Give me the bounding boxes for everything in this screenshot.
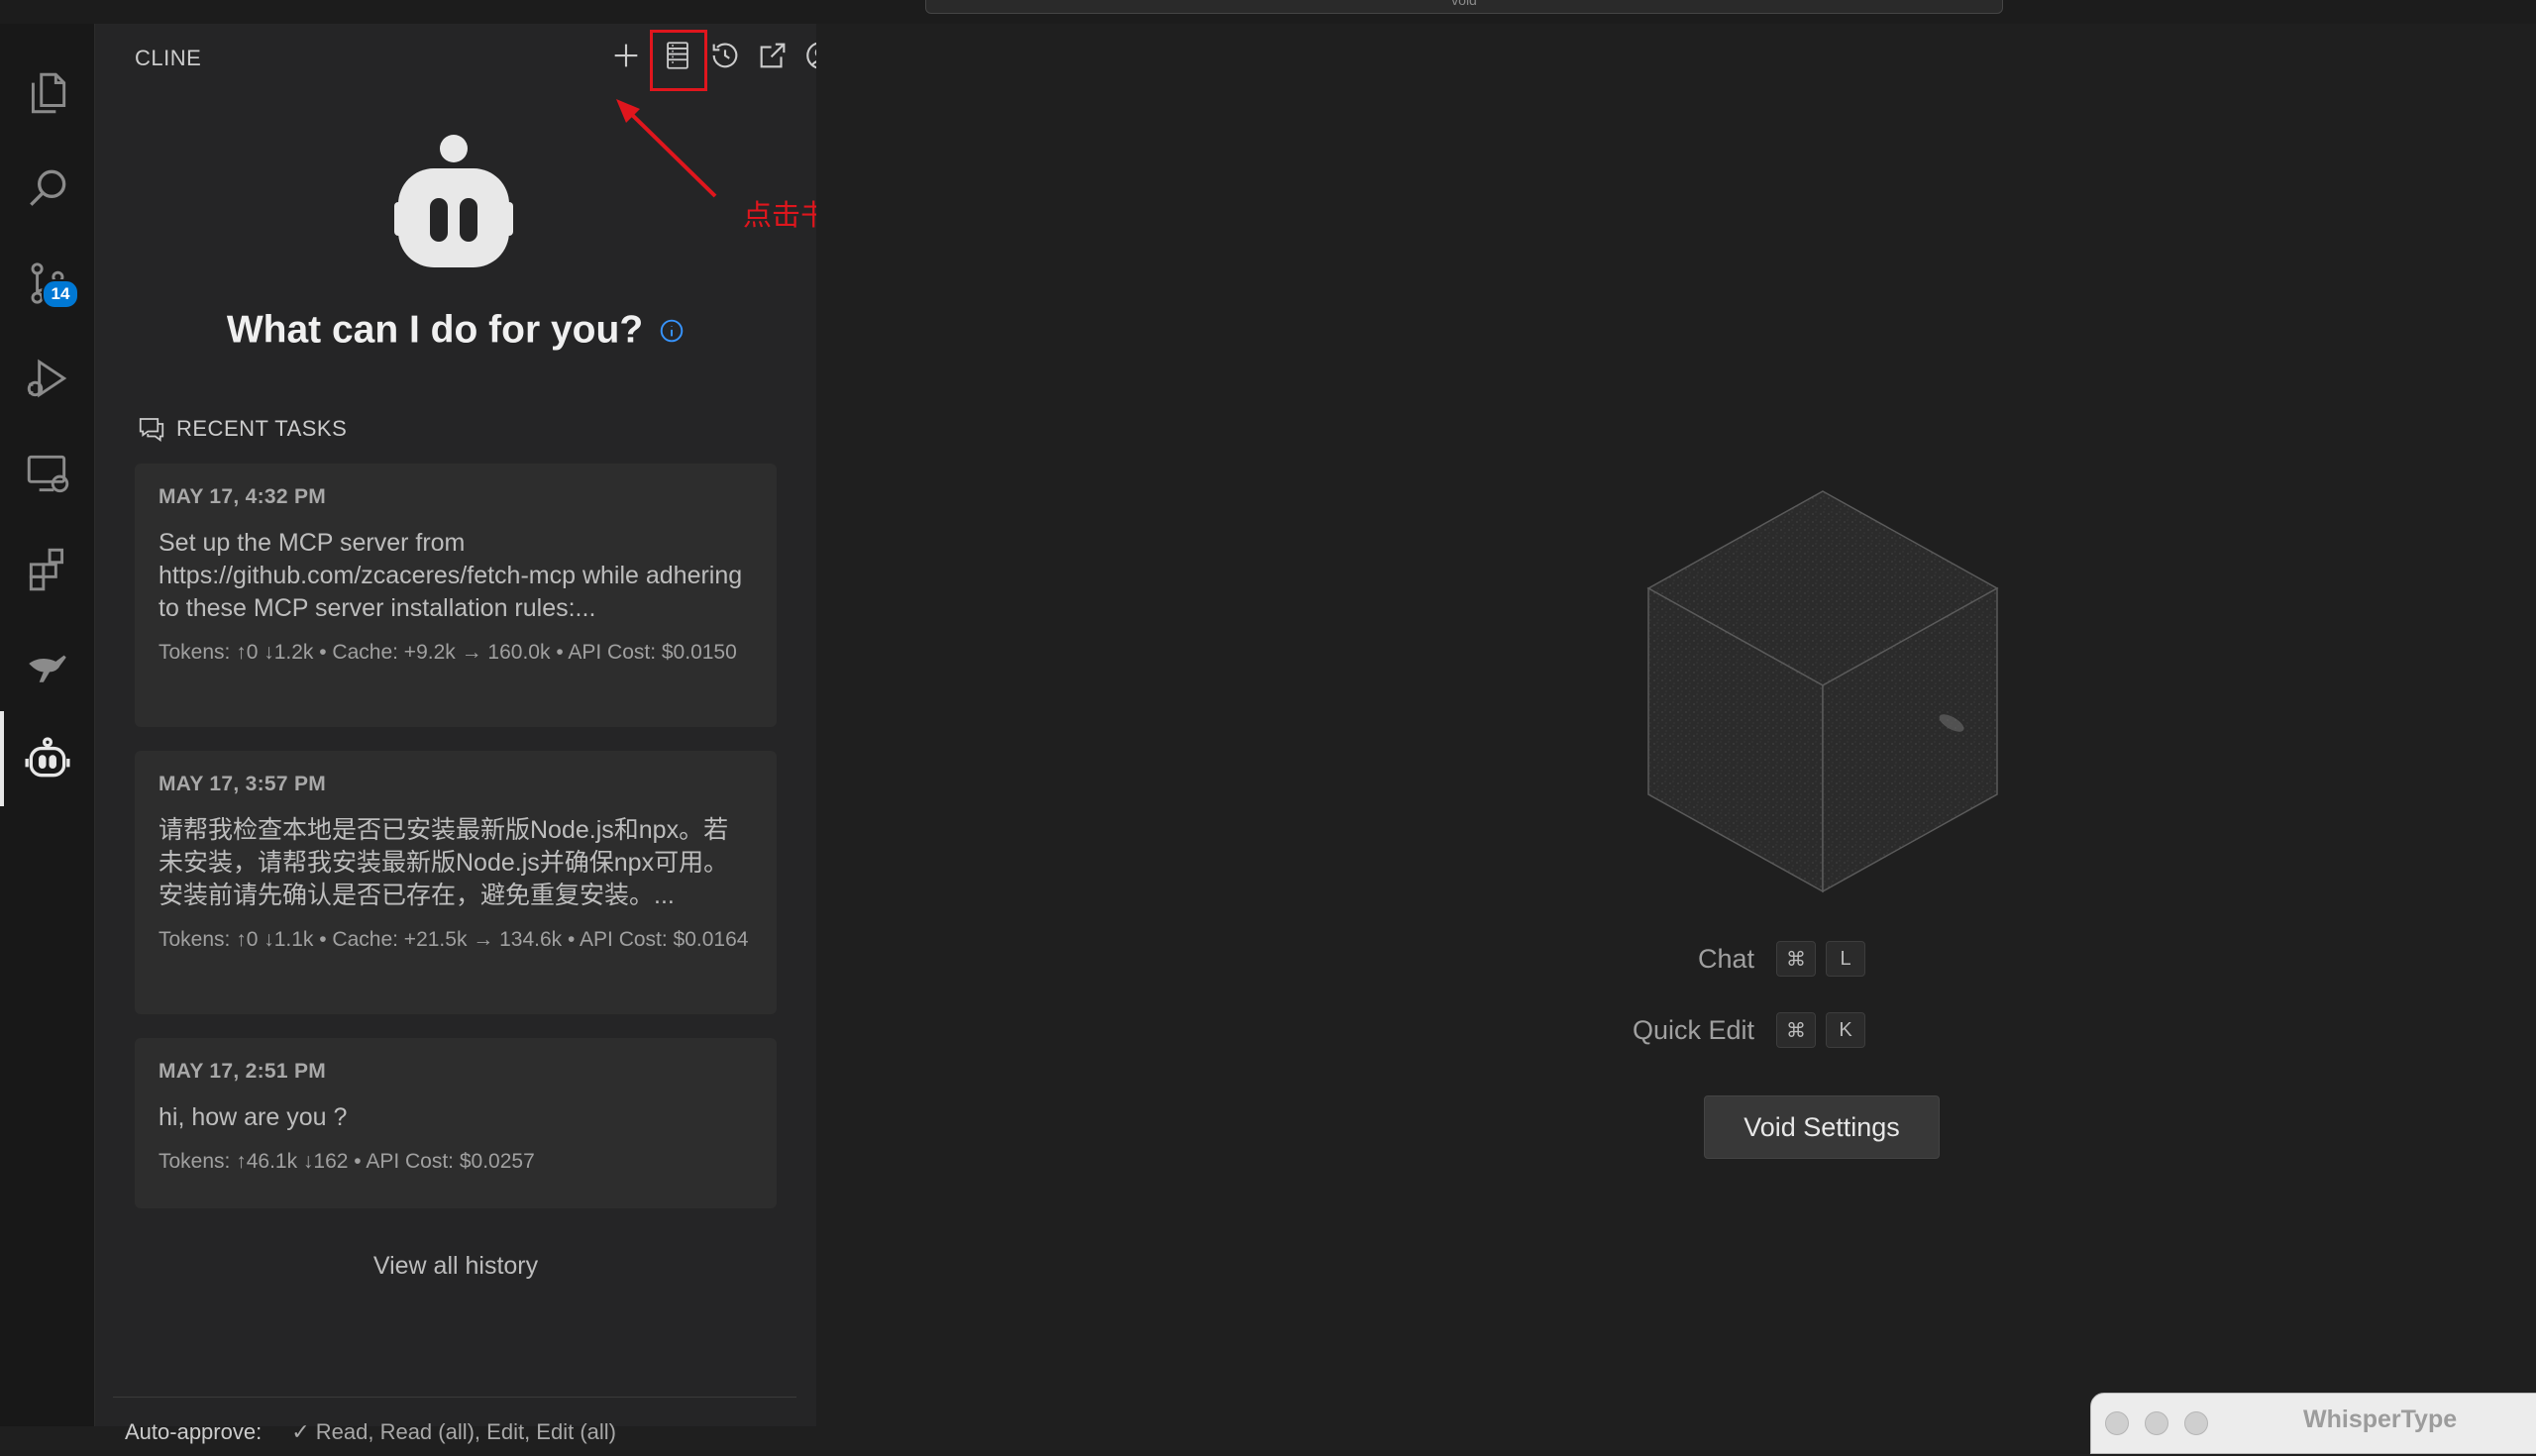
activity-cline[interactable] (0, 711, 95, 806)
recent-tasks-label: RECENT TASKS (176, 416, 348, 441)
explorer-icon (31, 72, 66, 114)
extensions-icon (29, 548, 64, 591)
chat-shortcut-label: Chat (1698, 943, 1755, 974)
activity-search[interactable] (0, 141, 95, 236)
search-icon (30, 169, 66, 206)
history-icon (712, 43, 738, 68)
command-center-text: void (1451, 0, 1477, 8)
activity-source-control[interactable]: 14 (0, 236, 95, 331)
l-key: L (1826, 941, 1866, 977)
task-text: hi, how are you ? (158, 1103, 348, 1131)
view-all-history-link[interactable]: View all history (95, 1252, 816, 1281)
source-control-badge: 14 (42, 279, 79, 309)
quick-edit-shortcut-label: Quick Edit (1633, 1014, 1755, 1045)
activity-explorer[interactable] (0, 46, 95, 141)
annotation-arrow (616, 99, 717, 198)
auto-approve-bar[interactable]: Auto-approve: ✓ Read, Read (all), Edit, E… (113, 1397, 796, 1456)
task-card[interactable]: MAY 17, 3:57 PM 请帮我检查本地是否已安装最新版Node.js和n… (135, 751, 777, 1014)
editor-welcome: Chat ⌘ L Quick Edit ⌘ K Void Settings (816, 24, 2536, 1426)
quick-edit-shortcut: Quick Edit ⌘ K (1633, 1012, 1866, 1048)
run-debug-icon (27, 359, 67, 398)
window-minimize-button[interactable] (2145, 1411, 2168, 1435)
task-meta: Tokens: ↑46.1k ↓162 • API Cost: $0.0257 (158, 1150, 535, 1173)
plus-icon (614, 44, 638, 67)
task-date: MAY 17, 4:32 PM (158, 485, 327, 508)
hero-title-text: What can I do for you? (226, 308, 644, 352)
roo-kangaroo-icon (29, 655, 66, 682)
popout-icon (760, 43, 786, 68)
auto-approve-options: ✓ Read, Read (all), Edit, Edit (all) (291, 1419, 616, 1444)
popout-button[interactable] (751, 34, 794, 77)
activity-roo[interactable] (0, 616, 95, 711)
activity-run-debug[interactable] (0, 331, 95, 426)
cline-robot-icon (25, 737, 70, 778)
sidebar-title: CLINE (135, 46, 202, 70)
task-card[interactable]: MAY 17, 2:51 PM hi, how are you ? Tokens… (135, 1038, 777, 1208)
hero-title: What can I do for you? (95, 307, 816, 353)
auto-approve-label: Auto-approve: (125, 1419, 263, 1444)
window-maximize-button[interactable] (2184, 1411, 2208, 1435)
task-text: Set up the MCP server from https://githu… (158, 529, 743, 622)
activity-remote-explorer[interactable] (0, 426, 95, 521)
remote-explorer-icon (27, 455, 69, 493)
task-text: 请帮我检查本地是否已安装最新版Node.js和npx。若未安装，请帮我安装最新版… (158, 816, 729, 909)
annotation-highlight-box (650, 30, 707, 91)
window-close-button[interactable] (2105, 1411, 2129, 1435)
recent-tasks-header: RECENT TASKS (137, 414, 347, 444)
void-settings-button[interactable]: Void Settings (1704, 1095, 1940, 1159)
command-center-search[interactable]: void (925, 0, 2003, 14)
activity-extensions[interactable] (0, 521, 95, 616)
cline-logo (394, 135, 513, 267)
task-date: MAY 17, 3:57 PM (158, 773, 327, 795)
task-date: MAY 17, 2:51 PM (158, 1060, 327, 1083)
cmd-key: ⌘ (1776, 941, 1817, 977)
new-task-button[interactable] (604, 34, 648, 77)
cmd-key: ⌘ (1776, 1012, 1817, 1048)
whispertype-title: WhisperType (2303, 1405, 2458, 1433)
k-key: K (1826, 1012, 1866, 1048)
title-bar: void (0, 0, 2536, 24)
comments-icon (139, 418, 164, 442)
info-icon[interactable] (659, 318, 685, 344)
cline-sidebar: CLINE What can I do for you? RECENT TASK… (95, 24, 881, 1444)
task-meta: Tokens: ↑0 ↓1.2k • Cache: +9.2k → 160.0k… (158, 641, 737, 664)
whispertype-window[interactable]: WhisperType (2090, 1393, 2536, 1454)
activity-bar: 14 (0, 24, 95, 1426)
task-card[interactable]: MAY 17, 4:32 PM Set up the MCP server fr… (135, 464, 777, 727)
chat-shortcut: Chat ⌘ L (1698, 941, 1866, 977)
void-cube-logo (1646, 490, 1999, 893)
task-meta: Tokens: ↑0 ↓1.1k • Cache: +21.5k → 134.6… (158, 928, 749, 951)
history-button[interactable] (703, 34, 747, 77)
